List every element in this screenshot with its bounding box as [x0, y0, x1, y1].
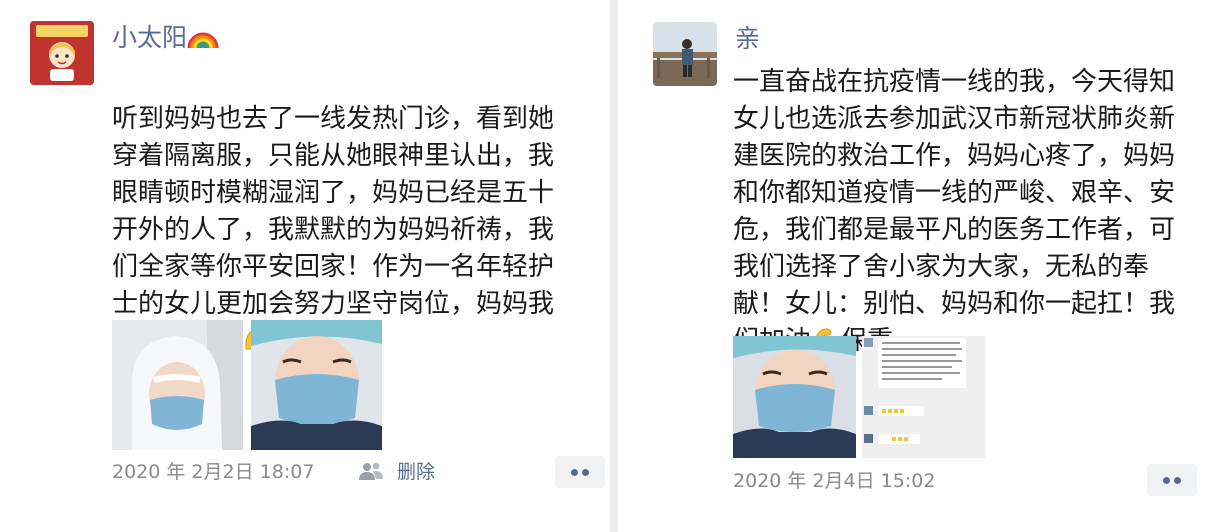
avatar[interactable]	[653, 22, 717, 86]
avatar-person-photo-icon	[653, 22, 717, 86]
post-photo-1[interactable]	[112, 320, 243, 450]
more-actions-button[interactable]	[555, 456, 605, 488]
post-timestamp: 2020 年 2月4日 15:02	[733, 470, 936, 492]
nurse-with-mask-image	[251, 320, 382, 450]
moment-post-left: 小太阳 听到妈妈也去了一线发热门诊，看到她 穿着隔离服，只能从她眼神里认出，我 …	[0, 0, 610, 532]
chat-screenshot-image	[862, 336, 985, 458]
username[interactable]: 亲	[735, 23, 760, 55]
rainbow-icon	[187, 22, 219, 58]
post-text: 一直奋战在抗疫情一线的我，今天得知 女儿也选派去参加武汉市新冠状肺炎新 建医院的…	[733, 64, 1223, 364]
nurse-protective-suit-image	[112, 320, 243, 450]
visibility-friends-icon	[358, 461, 384, 481]
nurse-with-mask-image	[733, 336, 856, 458]
delete-link[interactable]: 删除	[397, 460, 435, 484]
post-photo-2[interactable]	[862, 336, 985, 458]
avatar-cartoon-icon	[30, 21, 94, 85]
more-actions-button[interactable]	[1147, 464, 1197, 496]
post-photo-2[interactable]	[251, 320, 382, 450]
username[interactable]: 小太阳	[112, 22, 219, 58]
post-timestamp: 2020 年 2月2日 18:07	[112, 461, 315, 483]
post-text: 听到妈妈也去了一线发热门诊，看到她 穿着隔离服，只能从她眼神里认出，我 眼睛顿时…	[112, 64, 607, 364]
avatar[interactable]	[30, 21, 94, 85]
moment-post-right: 亲 一直奋战在抗疫情一线的我，今天得知 女儿也选派去参加武汉市新冠状肺炎新 建医…	[618, 0, 1227, 532]
post-photo-1[interactable]	[733, 336, 856, 458]
